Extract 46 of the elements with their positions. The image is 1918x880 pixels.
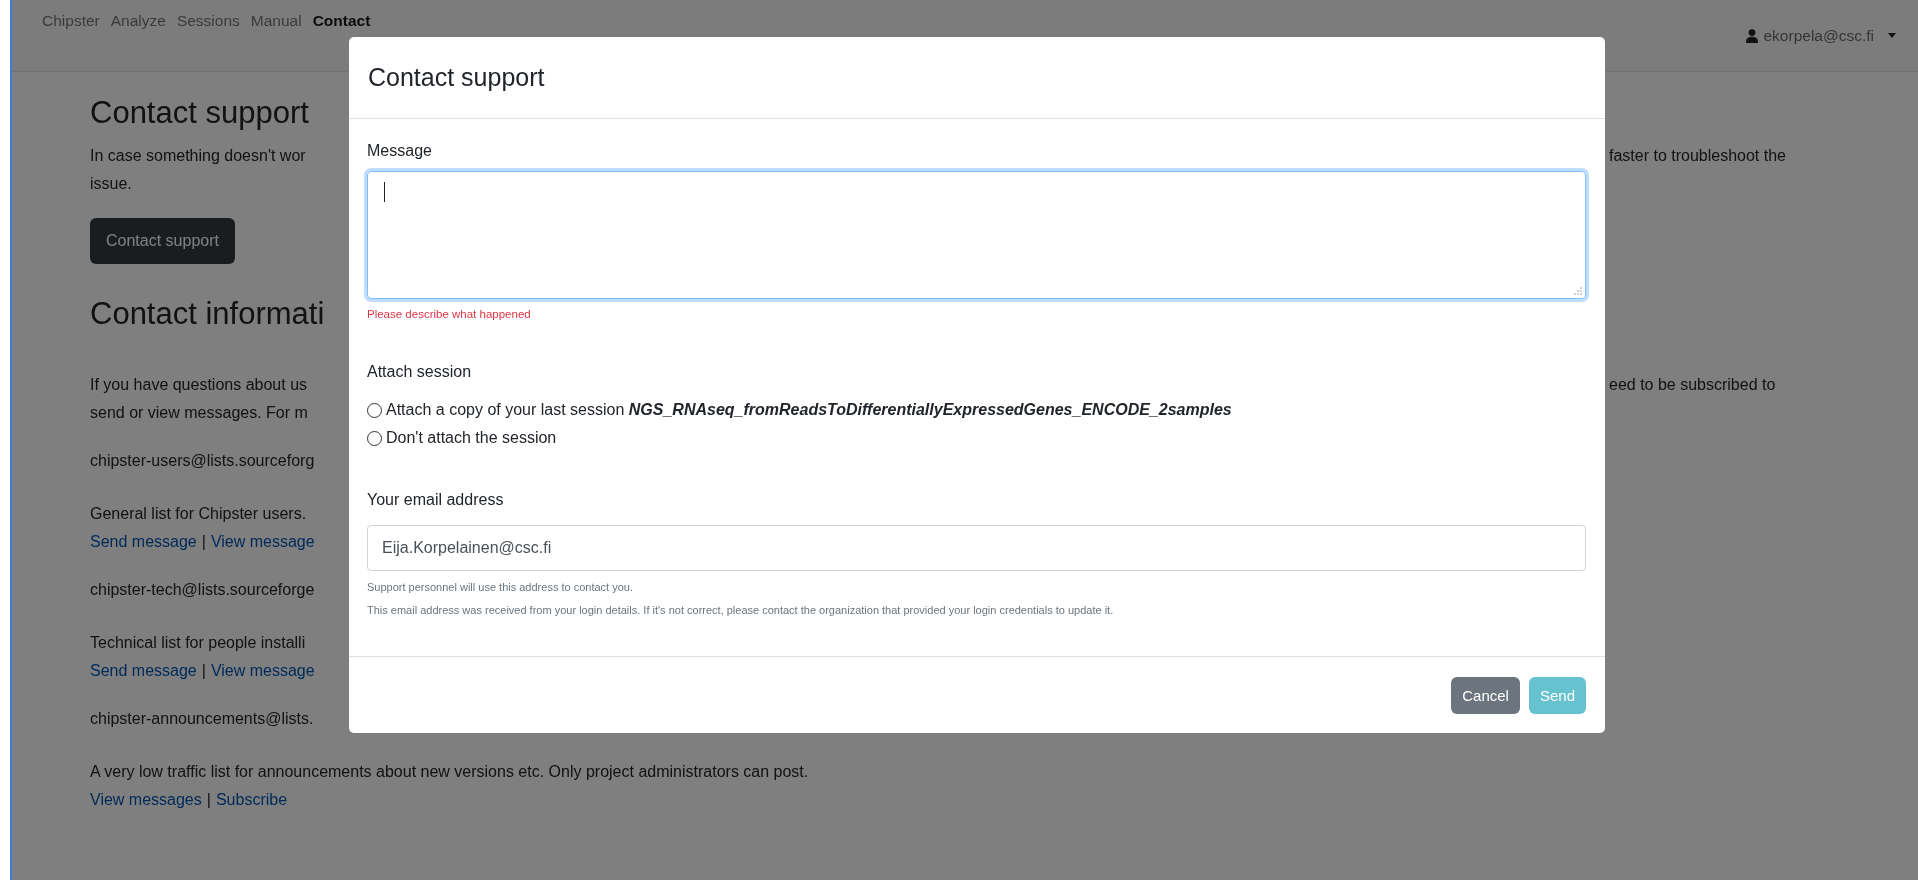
radio-option[interactable]: Don't attach the session <box>367 424 557 452</box>
paragraph-text: faster to troubleshoot the <box>1609 146 1786 166</box>
field-label: Attach session <box>367 362 473 382</box>
email-address: chipster-users@lists.sourceforg <box>90 451 315 471</box>
section-heading: Contact informati <box>90 295 325 333</box>
email-field[interactable]: Eija.Korpelainen@csc.fi <box>367 525 1586 571</box>
field-label: Message <box>367 141 433 161</box>
link-separator: | <box>206 790 211 810</box>
nav-link[interactable]: Sessions <box>176 12 240 30</box>
paragraph-text: eed to be subscribed to <box>1609 375 1776 395</box>
text-link[interactable]: Subscribe <box>215 786 288 814</box>
nav-link[interactable]: Manual <box>250 12 302 30</box>
field-label: Your email address <box>367 490 505 510</box>
resize-grip-icon <box>1574 287 1582 295</box>
email-address: chipster-tech@lists.sourceforge <box>90 580 315 600</box>
message-field[interactable] <box>367 171 1586 299</box>
person-icon <box>1745 28 1758 43</box>
paragraph-text: Technical list for people installi <box>90 633 306 653</box>
nav-link[interactable]: Contact <box>312 12 371 30</box>
paragraph-text: General list for Chipster users. <box>90 504 307 524</box>
contact-support-button[interactable]: Contact support <box>90 218 235 264</box>
help-text: Support personnel will use this address to contact you. <box>367 580 634 594</box>
paragraph-text: If you have questions about us <box>90 375 308 395</box>
help-text: This email address was received from your login details. If it's not correct, please contact the organization that provided your login credentials to update it. <box>367 603 1115 617</box>
paragraph-text: send or view messages. For m <box>90 403 308 423</box>
dialog-title: Contact support <box>368 63 545 92</box>
link-separator: | <box>201 532 206 552</box>
paragraph-text: issue. <box>90 174 132 194</box>
text-link[interactable]: Send message <box>90 657 197 685</box>
section-heading: Contact support <box>90 94 309 132</box>
error-message: Please describe what happened <box>367 307 532 322</box>
radio-option[interactable]: Attach a copy of your last session NGS_RNAseq_fromReadsToDifferentiallyExpressedGenes_ENCODE_2samples <box>367 396 1232 424</box>
email-address: chipster-announcements@lists. <box>90 709 314 729</box>
text-link[interactable]: View messages <box>90 786 202 814</box>
user-menu[interactable]: ekorpela@csc.fi <box>1745 26 1896 45</box>
text-link[interactable]: View message <box>210 528 315 556</box>
text-cursor <box>384 182 385 202</box>
paragraph-text: A very low traffic list for announcements about new versions etc. Only project administrators can post. <box>90 762 809 782</box>
text-link[interactable]: View message <box>210 657 315 685</box>
nav-link[interactable]: Analyze <box>110 12 166 30</box>
paragraph-text: In case something doesn't wor <box>90 146 306 166</box>
link-separator: | <box>201 661 206 681</box>
cancel-button[interactable]: Cancel <box>1451 676 1520 714</box>
nav-link[interactable]: Chipster <box>42 12 100 30</box>
text-link[interactable]: Send message <box>90 528 197 556</box>
caret-icon <box>1888 33 1896 38</box>
